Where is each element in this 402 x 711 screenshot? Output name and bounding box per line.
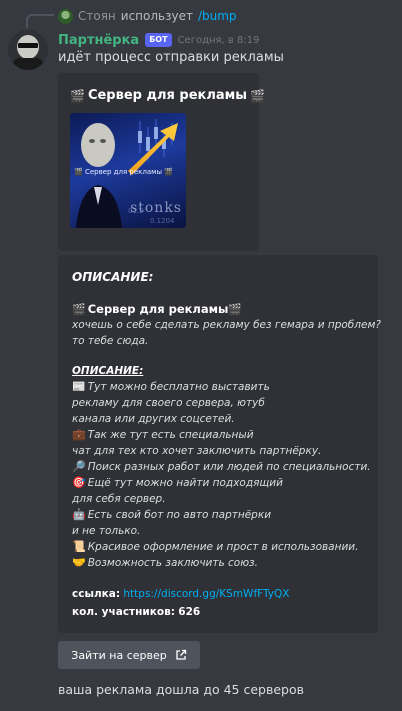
status-message: ваша реклама дошла до 45 серверов <box>58 682 304 697</box>
join-server-label: Зайти на сервер <box>71 648 167 662</box>
bot-tag: БОТ <box>145 33 172 47</box>
feature-text: Тут можно бесплатно выставить <box>87 381 270 393</box>
thumbnail-caption: 🎬 Сервер для рекламы 🎬 <box>74 168 173 176</box>
feature-line: 🔎 Поиск разных работ или людей по специал… <box>72 459 371 475</box>
members-row: кол. участников: 626 <box>72 603 364 621</box>
feature-text: и не только. <box>72 525 141 537</box>
feature-text: канала или других соцсетей. <box>72 413 235 425</box>
feature-emoji-icon: 💼 <box>72 428 86 441</box>
feature-text: чат для тех кто хочет заключить партнёрк… <box>72 445 322 457</box>
server-title: Сервер для рекламы <box>87 302 229 316</box>
feature-emoji-icon: 🎯 <box>72 476 86 489</box>
embed-title-text: Сервер для рекламы <box>87 88 248 103</box>
embed-thumbnail[interactable]: 01.2 0.1204 🎬 Сервер для рекламы 🎬 stonk… <box>70 113 186 228</box>
server-embed: 🎬 Сервер для рекламы 🎬 01.2 0.1204 🎬 Сер… <box>58 73 265 251</box>
reply-connector <box>26 14 54 28</box>
message-text: идёт процесс отправки рекламы <box>58 50 284 65</box>
message-header: Партнёрка БОТ Сегодня, в 8:19 <box>58 30 259 50</box>
feature-emoji-icon: 📜 <box>72 540 86 553</box>
intro-line: то тебе сюда. <box>72 335 149 347</box>
author-name[interactable]: Партнёрка <box>58 33 139 48</box>
feature-text: Так же тут есть специальный <box>87 429 254 441</box>
feature-text: рекламу для своего сервера, ютуб <box>72 397 265 409</box>
clapperboard-icon: 🎬 <box>228 303 243 316</box>
feature-emoji-icon: 🤝 <box>72 556 86 569</box>
clapperboard-icon: 🎬 <box>70 88 85 103</box>
embed-title: 🎬 Сервер для рекламы 🎬 <box>70 88 265 103</box>
clapperboard-icon: 🎬 <box>72 303 86 316</box>
clapperboard-icon: 🎬 <box>250 88 265 103</box>
thumbnail-brand: stonks <box>130 200 182 216</box>
feature-list: 📰 Тут можно бесплатно выставить рекламу дл… <box>72 379 371 571</box>
reply-avatar[interactable] <box>58 8 73 24</box>
feature-line: и не только. <box>72 523 364 539</box>
feature-line: 💼 Так же тут есть специальный <box>72 427 364 443</box>
feature-emoji-icon: 📰 <box>72 380 86 393</box>
reply-action: использует <box>120 9 193 23</box>
external-link-icon <box>176 649 186 660</box>
members-label: кол. участников: <box>72 606 175 618</box>
feature-line: 🎯 Ещё тут можно найти подходящий <box>72 475 364 491</box>
feature-line: для себя сервер. <box>72 491 364 507</box>
reply-username[interactable]: Стоян <box>78 9 116 23</box>
description-heading: ОПИСАНИЕ: <box>72 270 154 284</box>
intro-line: хочешь о себе сделать рекламу без гемара… <box>72 319 381 331</box>
feature-line: 📰 Тут можно бесплатно выставить <box>72 379 364 395</box>
feature-text: для себя сервер. <box>72 493 166 505</box>
bot-avatar[interactable] <box>8 30 48 70</box>
feature-line: 🤝 Возможность заключить союз. <box>72 555 364 571</box>
meme-avatar-icon <box>8 30 48 70</box>
feature-text: Ещё тут можно найти подходящий <box>87 477 283 489</box>
feature-text: Поиск разных работ или людей по специаль… <box>87 461 371 473</box>
invite-link[interactable]: https://discord.gg/KSmWfFTyQX <box>123 588 289 600</box>
members-count: 626 <box>178 606 201 618</box>
feature-text: Возможность заключить союз. <box>87 557 258 569</box>
svg-text:0.1204: 0.1204 <box>150 217 175 225</box>
feature-emoji-icon: 🔎 <box>72 460 86 473</box>
join-server-button[interactable]: Зайти на сервер <box>58 641 200 669</box>
feature-line: рекламу для своего сервера, ютуб <box>72 395 364 411</box>
message-timestamp[interactable]: Сегодня, в 8:19 <box>178 35 260 46</box>
feature-line: 🤖 Есть свой бот по авто партнёрки <box>72 507 364 523</box>
description-embed: ОПИСАНИЕ: 🎬 Сервер для рекламы🎬 хочешь о … <box>58 255 381 633</box>
feature-line: 📜 Красивое оформление и прост в использов… <box>72 539 364 555</box>
feature-line: канала или других соцсетей. <box>72 411 364 427</box>
invite-link-row: ссылка: https://discord.gg/KSmWfFTyQX <box>72 585 364 603</box>
feature-emoji-icon: 🤖 <box>72 508 86 521</box>
reply-reference[interactable]: Стоян использует /bump <box>58 7 237 25</box>
feature-text: Есть свой бот по авто партнёрки <box>87 509 272 521</box>
feature-text: Красивое оформление и прост в использова… <box>87 541 359 553</box>
reply-command[interactable]: /bump <box>198 9 237 23</box>
link-label: ссылка: <box>72 588 121 600</box>
description-subheading: ОПИСАНИЕ: <box>72 365 144 377</box>
feature-line: чат для тех кто хочет заключить партнёрк… <box>72 443 364 459</box>
server-title-line: 🎬 Сервер для рекламы🎬 <box>72 301 364 317</box>
